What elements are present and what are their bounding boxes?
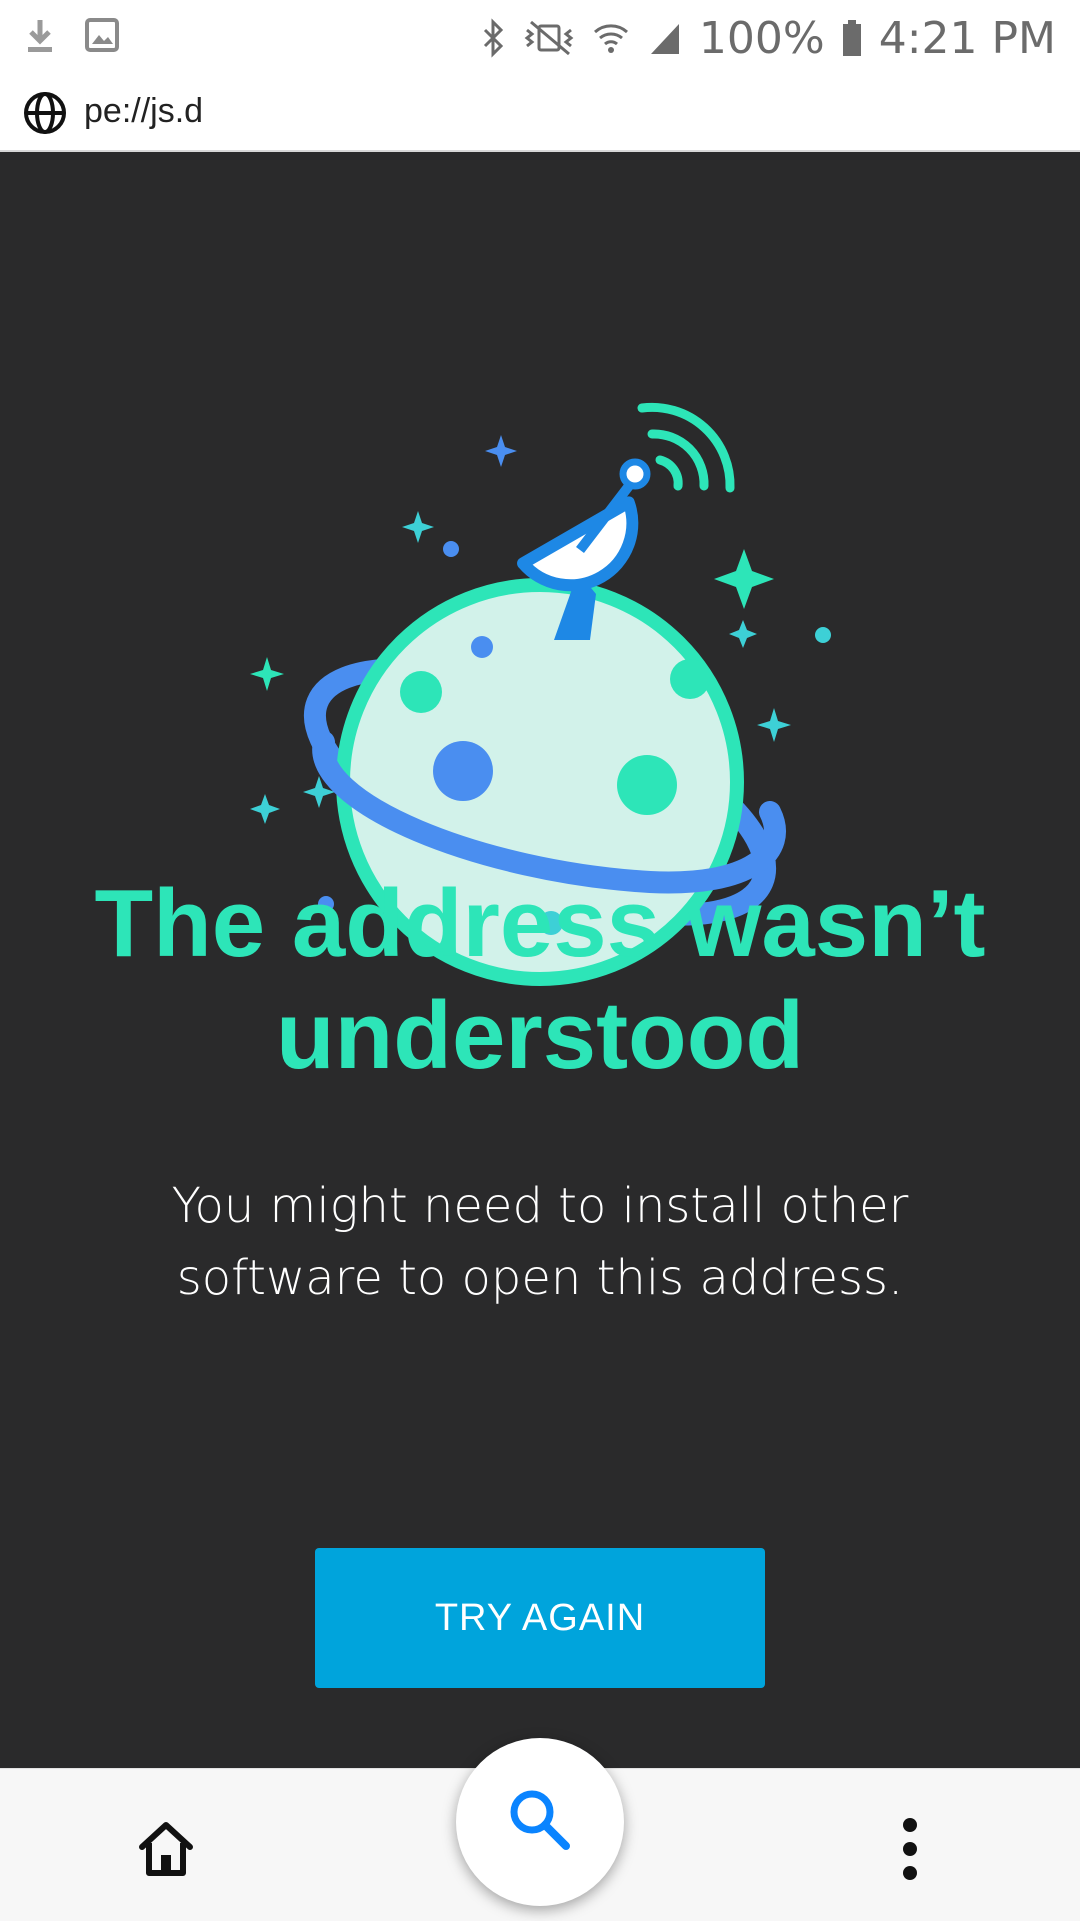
more-menu-button[interactable] xyxy=(880,1813,940,1885)
battery-icon xyxy=(841,18,863,58)
vibrate-icon xyxy=(523,18,575,58)
more-vert-icon xyxy=(880,1818,940,1889)
globe-icon xyxy=(22,90,68,141)
home-button[interactable] xyxy=(134,1817,198,1881)
error-title: The address wasn’t understood xyxy=(94,870,986,1089)
home-icon xyxy=(134,1822,198,1885)
download-icon xyxy=(24,16,56,61)
url-text[interactable]: pe://js.d xyxy=(84,92,203,131)
status-bar: 100% 4:21 PM xyxy=(0,0,1080,76)
error-message: You might need to install other software… xyxy=(171,1178,909,1306)
search-button[interactable] xyxy=(456,1738,624,1906)
try-again-button[interactable]: TRY AGAIN xyxy=(315,1548,765,1688)
image-icon xyxy=(84,16,120,61)
clock: 4:21 PM xyxy=(878,12,1056,64)
signal-icon xyxy=(647,18,683,58)
search-icon xyxy=(504,1784,576,1861)
wifi-icon xyxy=(591,18,631,58)
battery-percent: 100% xyxy=(698,12,825,64)
bluetooth-icon xyxy=(481,18,507,58)
url-bar[interactable]: pe://js.d xyxy=(0,76,1080,152)
